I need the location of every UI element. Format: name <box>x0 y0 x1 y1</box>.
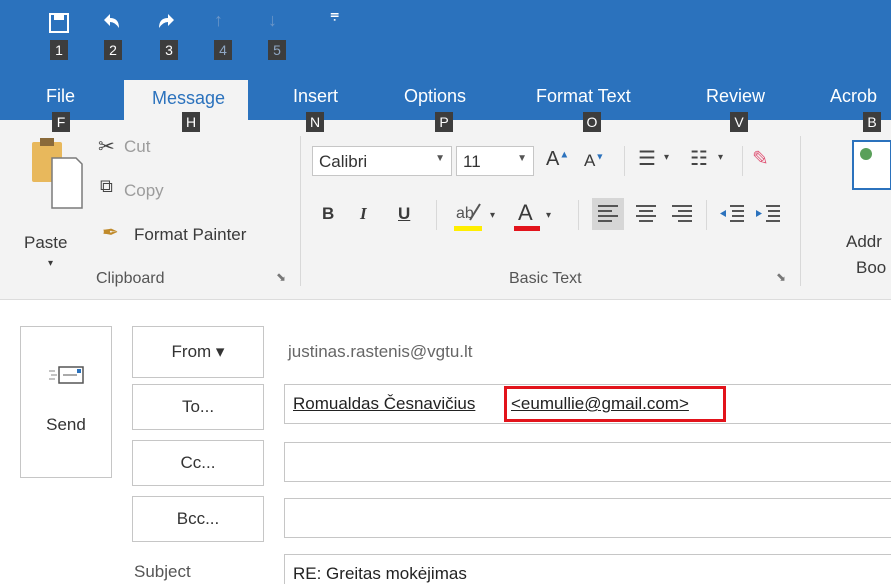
chevron-down-icon[interactable]: ▾ <box>664 152 669 163</box>
tab-message-label: Message <box>152 88 226 108</box>
chevron-down-icon: ▼ <box>517 153 527 164</box>
group-divider <box>800 136 801 286</box>
keytip-3: 3 <box>160 40 178 60</box>
grow-font-button[interactable]: A▲ <box>546 148 569 171</box>
align-left-icon <box>598 205 618 222</box>
up-arrow-icon: ↑ <box>214 10 223 30</box>
keytip-5: 5 <box>268 40 286 60</box>
underline-button[interactable]: U <box>398 204 410 224</box>
basic-text-group-label: Basic Text <box>509 270 582 287</box>
group-divider <box>300 136 301 286</box>
divider <box>624 146 625 176</box>
keytip-message: H <box>182 112 200 132</box>
italic-button[interactable]: I <box>360 204 367 224</box>
font-color-letter: A <box>518 200 533 225</box>
keytip-review: V <box>730 112 748 132</box>
copy-icon: ⧉ <box>100 176 113 196</box>
grow-font-letter: A <box>546 148 560 170</box>
keytip-file: F <box>52 112 70 132</box>
format-painter-button[interactable]: Format Painter <box>134 225 246 245</box>
subject-value[interactable]: RE: Greitas mokėjimas <box>293 564 467 584</box>
from-label: From ▾ <box>171 342 225 361</box>
send-envelope-icon <box>49 363 85 392</box>
shrink-font-button[interactable]: A▼ <box>584 151 604 171</box>
keytip-1: 1 <box>50 40 68 60</box>
divider <box>706 200 707 230</box>
font-size-value: 11 <box>463 152 481 171</box>
subject-field[interactable]: RE: Greitas mokėjimas <box>284 554 891 584</box>
bcc-field[interactable] <box>284 498 891 538</box>
clear-formatting-icon[interactable]: ✎ <box>752 146 769 171</box>
keytip-acrobat: B <box>863 112 881 132</box>
bold-button[interactable]: B <box>322 204 334 224</box>
tab-format-text[interactable]: Format Text <box>536 86 631 107</box>
customize-icon[interactable]: ⩦ <box>330 6 339 24</box>
paste-button[interactable]: Paste <box>24 233 67 253</box>
save-icon[interactable] <box>48 12 70 39</box>
subject-label: Subject <box>134 562 191 581</box>
keytip-4: 4 <box>214 40 232 60</box>
from-button[interactable]: From ▾ <box>132 326 264 378</box>
font-color-swatch <box>514 226 540 231</box>
keytip-options: P <box>435 112 453 132</box>
address-book-label-line1[interactable]: Addr <box>846 232 882 252</box>
paste-dropdown-icon[interactable]: ▾ <box>48 258 53 269</box>
divider <box>578 200 579 230</box>
undo-icon[interactable] <box>100 10 122 37</box>
keytip-insert: N <box>306 112 324 132</box>
cut-button[interactable]: Cut <box>124 137 150 157</box>
to-button[interactable]: To... <box>132 384 264 430</box>
highlighter-icon[interactable]: ab <box>452 198 484 239</box>
keytip-format-text: O <box>583 112 601 132</box>
bullets-icon[interactable]: ☰ <box>638 146 656 171</box>
send-button[interactable]: Send <box>20 326 112 478</box>
tab-options[interactable]: Options <box>404 86 466 107</box>
increase-indent-icon[interactable] <box>752 198 784 235</box>
redo-icon[interactable] <box>156 10 178 37</box>
font-size-dropdown[interactable]: 11 ▼ <box>456 146 534 176</box>
tab-file[interactable]: File <box>46 86 75 107</box>
cc-button[interactable]: Cc... <box>132 440 264 486</box>
to-label: To... <box>181 397 215 416</box>
align-left-button[interactable] <box>592 198 624 230</box>
address-book-label-line2[interactable]: Boo <box>856 258 886 278</box>
divider <box>436 200 437 230</box>
shrink-font-letter: A <box>584 151 596 170</box>
numbering-icon[interactable]: ☷ <box>690 146 708 171</box>
divider <box>742 146 743 176</box>
clipboard-group-label: Clipboard <box>96 270 165 287</box>
chevron-down-icon[interactable]: ▾ <box>718 152 723 163</box>
bcc-button[interactable]: Bcc... <box>132 496 264 542</box>
basic-text-launcher-icon[interactable]: ⬊ <box>776 270 786 284</box>
keytip-2: 2 <box>104 40 122 60</box>
title-bar: ↑ ↓ ⩦ 1 2 3 4 5 File Message Insert Opti… <box>0 0 891 124</box>
outlook-compose-window: ↑ ↓ ⩦ 1 2 3 4 5 File Message Insert Opti… <box>0 0 891 584</box>
cut-icon: ✂ <box>98 136 115 158</box>
cc-field[interactable] <box>284 442 891 482</box>
align-right-icon[interactable] <box>666 198 698 235</box>
address-book-icon[interactable] <box>852 140 891 190</box>
copy-button[interactable]: Copy <box>124 181 164 201</box>
highlight-box <box>504 386 726 422</box>
to-recipient-name[interactable]: Romualdas Česnavičius <box>293 394 475 414</box>
clipboard-launcher-icon[interactable]: ⬊ <box>276 270 286 284</box>
chevron-down-icon[interactable]: ▾ <box>546 210 551 221</box>
decrease-indent-icon[interactable] <box>716 198 748 235</box>
from-value: justinas.rastenis@vgtu.lt <box>288 342 473 361</box>
tab-review[interactable]: Review <box>706 86 765 107</box>
bcc-label: Bcc... <box>176 509 220 528</box>
format-painter-icon: ✒ <box>102 222 119 244</box>
chevron-down-icon[interactable]: ▾ <box>490 210 495 221</box>
send-label: Send <box>46 415 86 434</box>
tab-acrobat[interactable]: Acrob <box>830 86 877 107</box>
cc-label: Cc... <box>180 453 216 472</box>
font-name-value: Calibri <box>319 152 368 171</box>
tab-insert[interactable]: Insert <box>293 86 338 107</box>
paste-icon[interactable] <box>28 136 84 221</box>
align-center-icon[interactable] <box>630 198 662 235</box>
chevron-down-icon: ▼ <box>435 153 445 164</box>
down-arrow-icon: ↓ <box>268 10 277 30</box>
font-name-dropdown[interactable]: Calibri ▼ <box>312 146 452 176</box>
